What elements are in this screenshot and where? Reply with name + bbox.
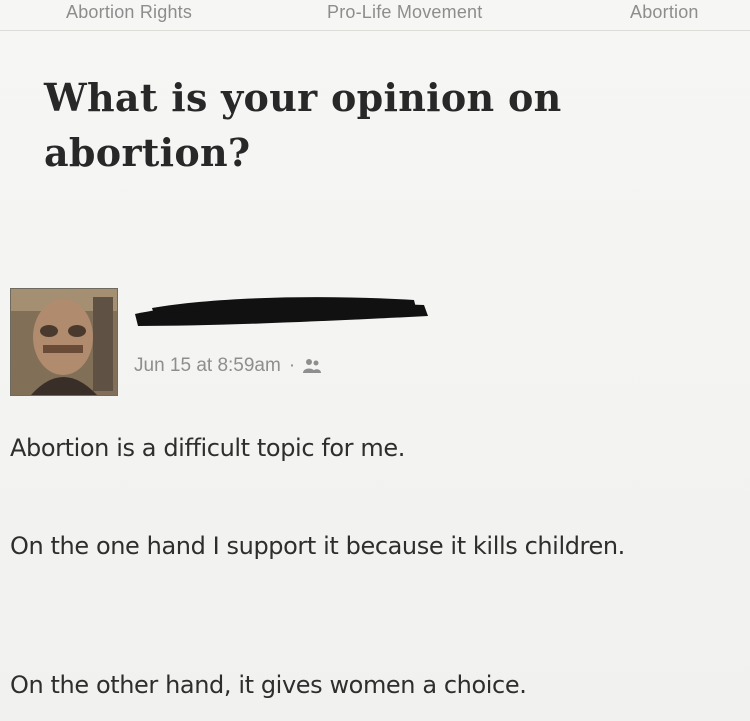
author-name-redacted: [132, 292, 432, 332]
screenshot-page: Abortion Rights Pro-Life Movement Aborti…: [0, 0, 750, 721]
question-title[interactable]: What is your opinion on abortion?: [44, 70, 724, 180]
answer-paragraph: On the one hand I support it because it …: [10, 532, 625, 560]
answer-paragraph: Abortion is a difficult topic for me.: [10, 434, 405, 462]
topic-tag-pro-life-movement[interactable]: Pro-Life Movement: [327, 2, 482, 23]
author-avatar[interactable]: [10, 288, 118, 396]
people-icon[interactable]: [303, 358, 322, 374]
answer-meta: Jun 15 at 8:59am ·: [134, 352, 322, 380]
topic-tag-abortion-rights[interactable]: Abortion Rights: [66, 2, 192, 23]
meta-separator: ·: [288, 355, 296, 376]
topic-tag-abortion[interactable]: Abortion: [630, 2, 699, 23]
answer-timestamp[interactable]: Jun 15 at 8:59am: [134, 355, 281, 377]
answer-paragraph: On the other hand, it gives women a choi…: [10, 671, 527, 699]
redaction-mark: [135, 297, 428, 326]
user-avatar-photo-icon: [11, 289, 117, 395]
topic-bar: Abortion Rights Pro-Life Movement Aborti…: [0, 0, 750, 31]
